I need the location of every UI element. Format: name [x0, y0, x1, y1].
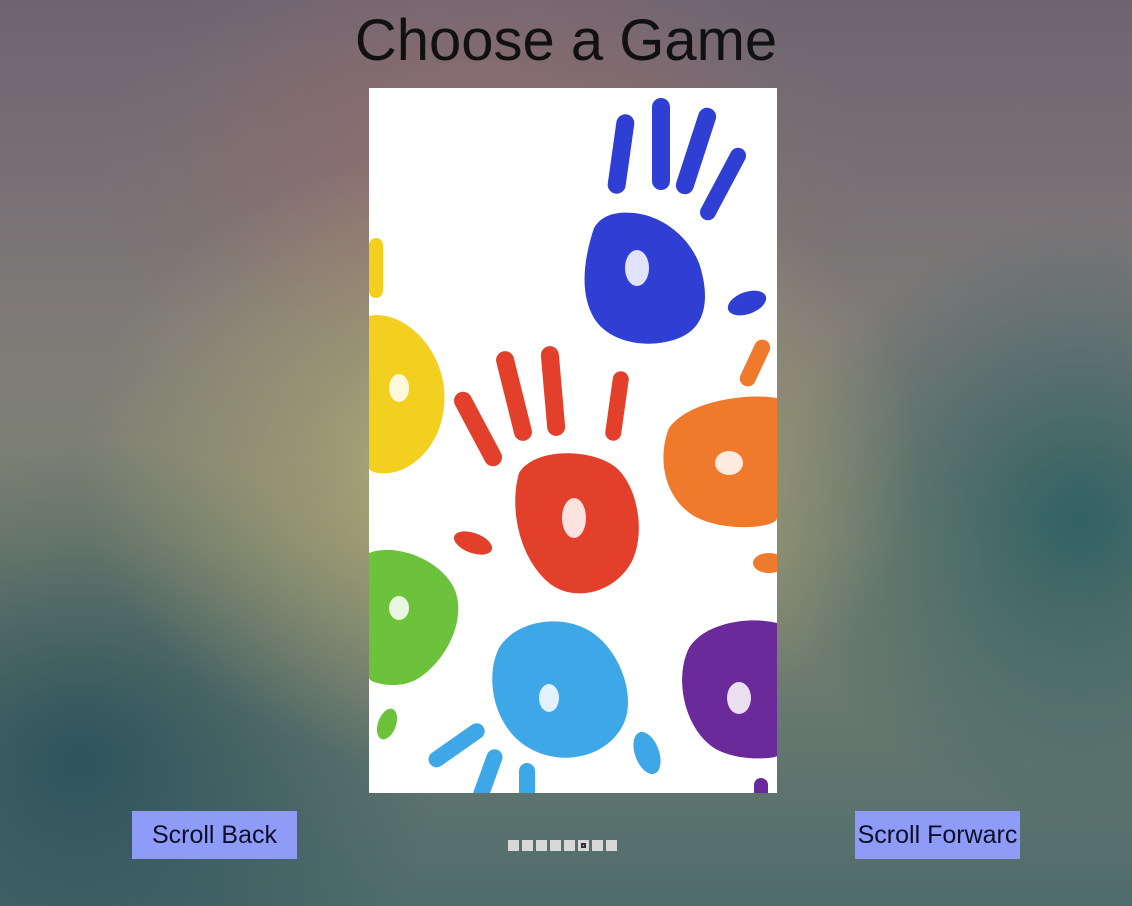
page-dot[interactable] — [606, 840, 617, 851]
page-title: Choose a Game — [354, 8, 778, 73]
colorful-handprints-image — [369, 98, 777, 793]
page-indicator — [508, 840, 617, 852]
page-dot[interactable] — [536, 840, 547, 851]
page-dot[interactable] — [522, 840, 533, 851]
game-card[interactable] — [369, 88, 777, 793]
red-handprint — [453, 346, 639, 594]
yellow-handprint — [369, 238, 445, 474]
page-dot[interactable] — [508, 840, 519, 851]
blue-handprint — [584, 98, 767, 344]
page-dot[interactable] — [564, 840, 575, 851]
page-dot[interactable] — [592, 840, 603, 851]
scroll-forward-button[interactable]: Scroll Forwarc — [855, 811, 1020, 859]
page-dot-active[interactable] — [578, 840, 589, 851]
scroll-back-button[interactable]: Scroll Back — [132, 811, 297, 859]
green-handprint — [369, 549, 459, 740]
page-dot[interactable] — [550, 840, 561, 851]
